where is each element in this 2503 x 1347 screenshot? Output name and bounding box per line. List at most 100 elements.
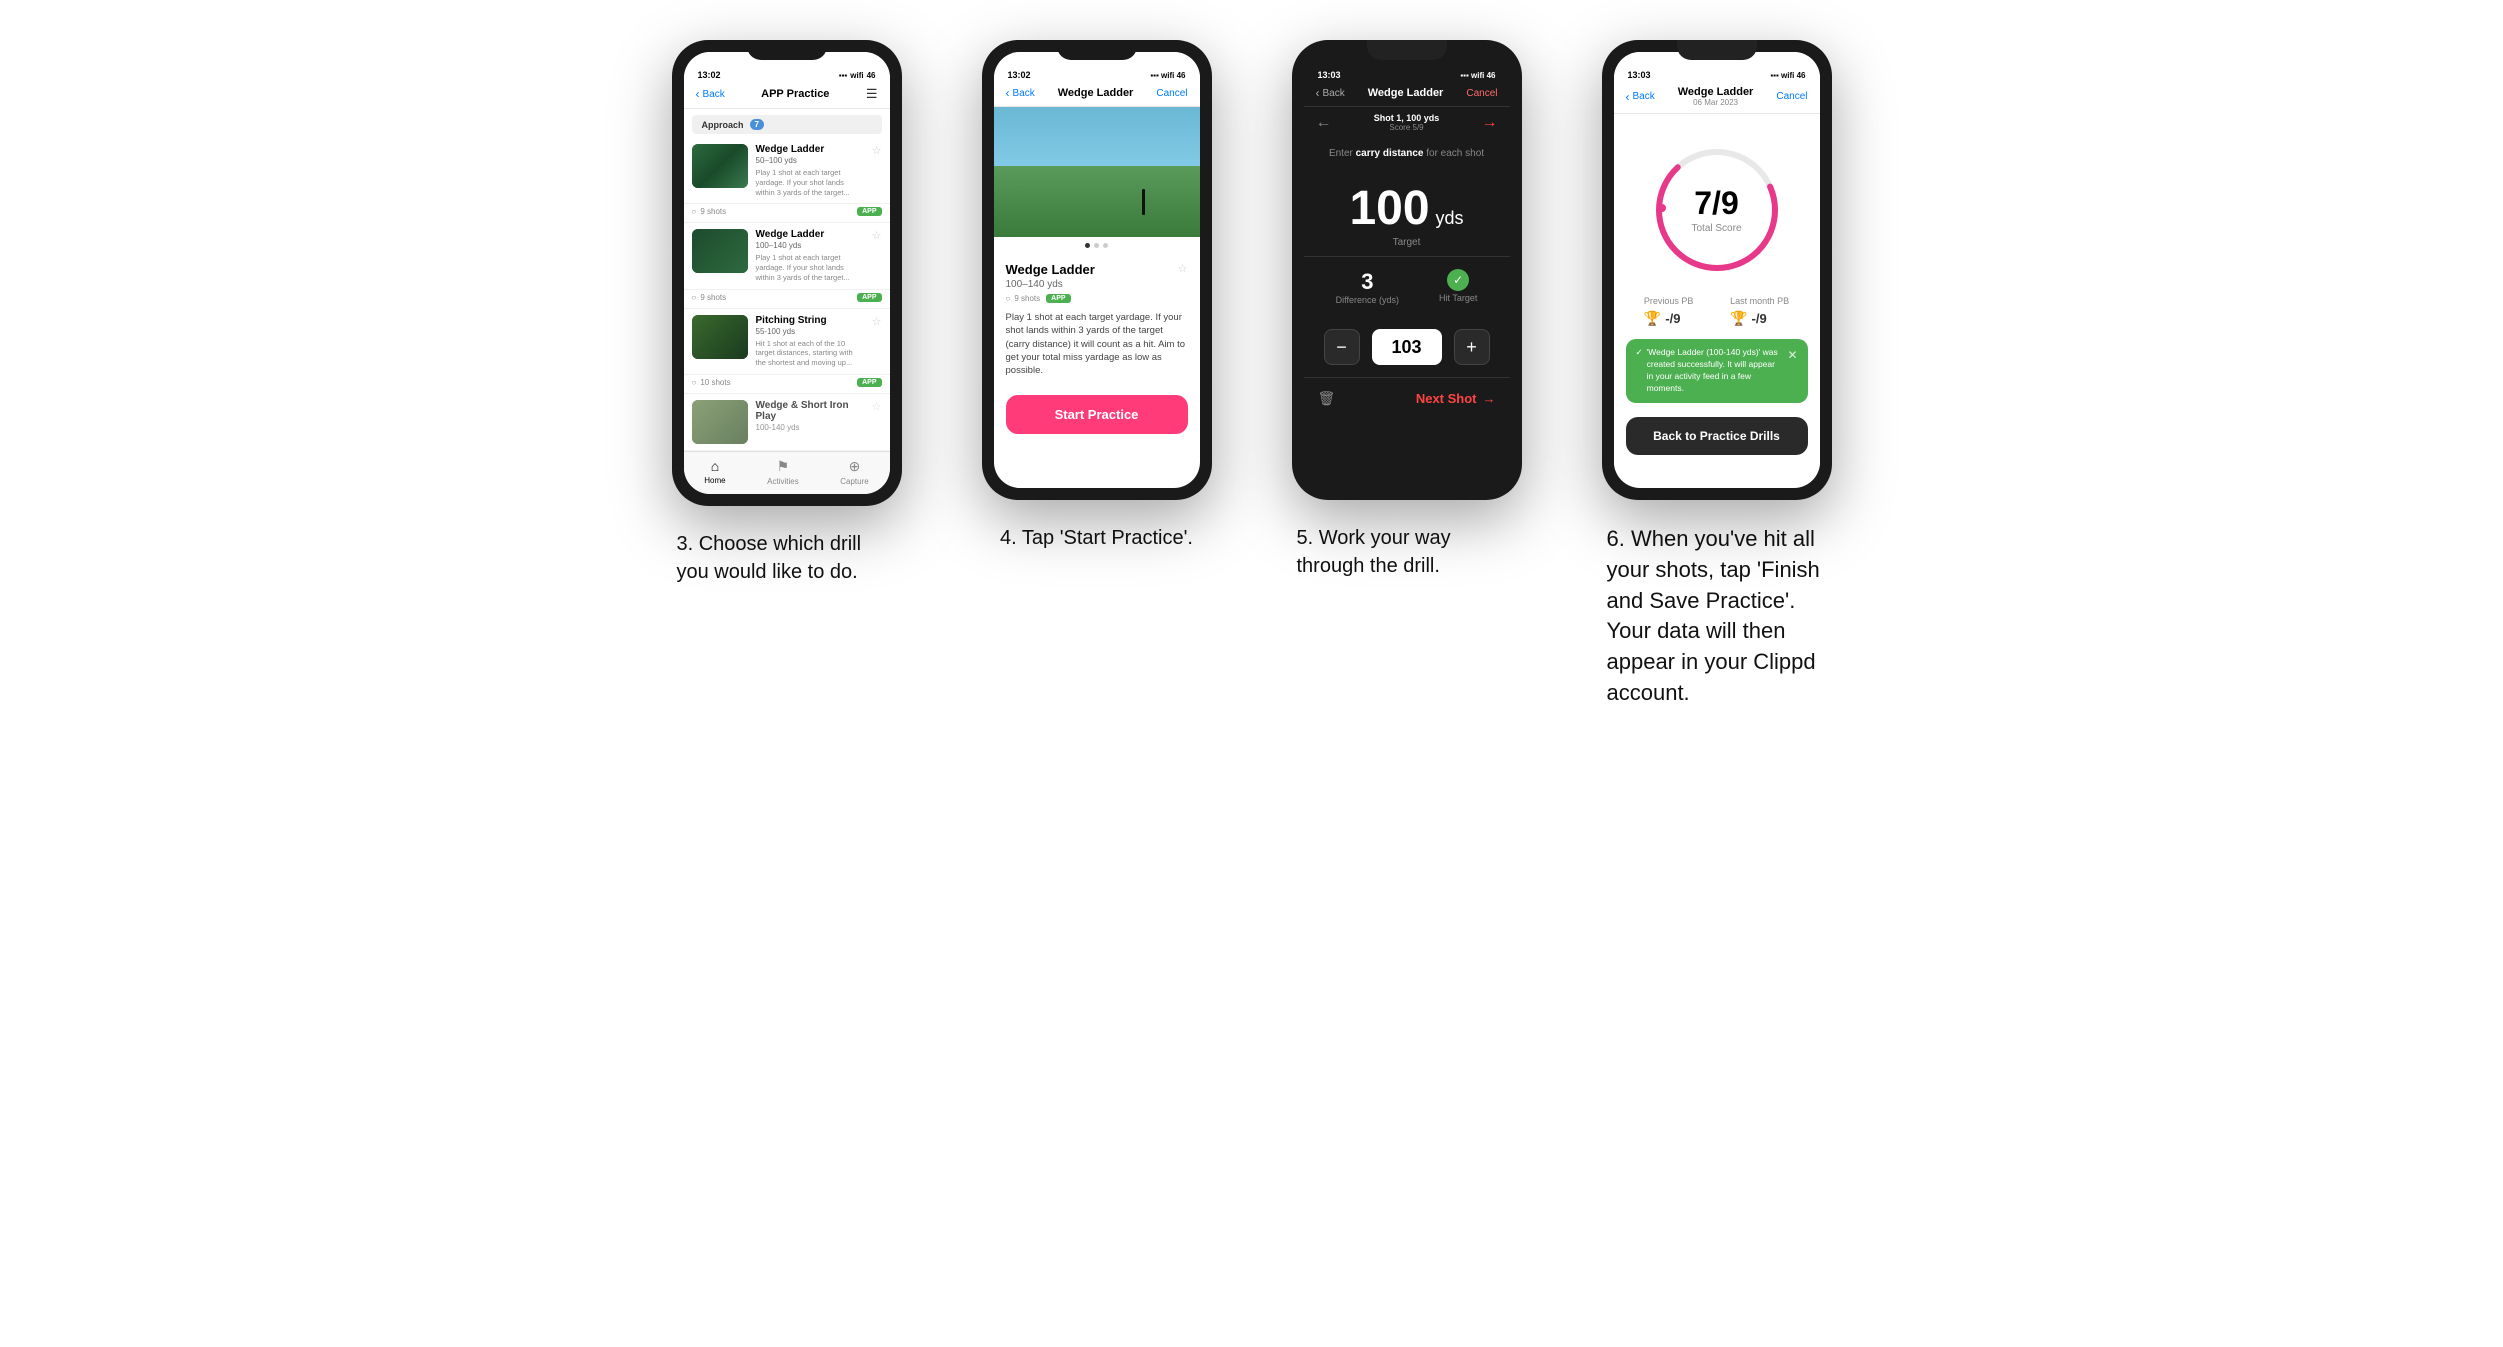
- check-icon-toast: ✓: [1636, 347, 1643, 359]
- drill-list: Wedge Ladder 50–100 yds Play 1 shot at e…: [684, 138, 890, 451]
- notch-4: [1677, 40, 1757, 60]
- phone-column-3: 13:03 ▪▪▪ wifi 46 ‹ Back Wedge Ladder: [1272, 40, 1542, 580]
- back-to-drills-button[interactable]: Back to Practice Drills: [1626, 417, 1808, 455]
- star-icon-detail[interactable]: ☆: [1178, 262, 1188, 275]
- phone-screen-2: 13:02 ▪▪▪ wifi 46 ‹ Back Wedge Ladder Ca…: [994, 52, 1200, 488]
- cancel-btn-4[interactable]: Cancel: [1776, 91, 1807, 102]
- cancel-btn-2[interactable]: Cancel: [1156, 88, 1187, 99]
- drill-thumb-2: [692, 229, 748, 273]
- drill-yds-1: 50–100 yds: [756, 156, 864, 165]
- score-circle-text: 7/9 Total Score: [1691, 187, 1741, 234]
- cancel-btn-3[interactable]: Cancel: [1466, 88, 1497, 99]
- phone-screen-4: 13:03 ▪▪▪ wifi 46 ‹ Back Wedge Ladder 06…: [1614, 52, 1820, 488]
- nav-bar-1: ‹ Back APP Practice ☰: [684, 82, 890, 109]
- shots-label-2: 9 shots: [700, 293, 726, 302]
- back-label-1: Back: [703, 89, 725, 100]
- shot-label: Shot 1, 100 yds: [1374, 113, 1440, 123]
- star-icon-4[interactable]: ☆: [872, 400, 882, 413]
- drill-thumb-4: [692, 400, 748, 444]
- drill-name-1: Wedge Ladder: [756, 144, 864, 155]
- battery-icon-4: ▪▪▪ wifi 46: [1770, 71, 1805, 80]
- phone-wrapper-3: 13:03 ▪▪▪ wifi 46 ‹ Back Wedge Ladder: [1292, 40, 1522, 500]
- tab-home[interactable]: ⌂ Home: [704, 458, 725, 486]
- last-month-pb-value: 🏆 -/9: [1730, 310, 1789, 327]
- section-badge: 7: [750, 119, 764, 130]
- back-button-2[interactable]: ‹ Back: [1006, 86, 1035, 100]
- back-label-2: Back: [1013, 88, 1035, 99]
- activities-icon: ⚑: [777, 458, 790, 475]
- carry-instruction: Enter carry distance for each shot: [1304, 138, 1510, 169]
- dot-3: [1103, 243, 1108, 248]
- drill-shots-row: ○ 9 shots APP: [1006, 294, 1188, 303]
- star-icon-2[interactable]: ☆: [872, 229, 882, 242]
- tab-bar: ⌂ Home ⚑ Activities ⊕ Capture: [684, 451, 890, 494]
- time-1: 13:02: [698, 70, 721, 80]
- score-fraction: 7/9: [1691, 187, 1741, 219]
- drill-item-4[interactable]: Wedge & Short Iron Play 100-140 yds ☆: [684, 394, 890, 451]
- decrement-button[interactable]: −: [1324, 329, 1360, 365]
- star-icon-3[interactable]: ☆: [872, 315, 882, 328]
- signal-icons-2: ▪▪▪ wifi 46: [1150, 71, 1185, 80]
- phone-shell-1: 13:02 ▪▪▪ wifi 46 ‹ Back APP Prac: [672, 40, 902, 506]
- drill-item-2[interactable]: Wedge Ladder 100–140 yds Play 1 shot at …: [684, 223, 890, 289]
- signal-icon-1: ▪▪▪: [839, 71, 848, 80]
- shots-info-2: ○ 9 shots: [692, 293, 727, 302]
- drill-footer-3: ○ 10 shots APP: [684, 375, 890, 394]
- nav-title-4: Wedge Ladder 06 Mar 2023: [1678, 86, 1754, 107]
- clock-icon-1: ○: [692, 207, 697, 216]
- stats-row: 3 Difference (yds) ✓ Hit Target: [1304, 256, 1510, 317]
- dot-1: [1085, 243, 1090, 248]
- notch-2: [1057, 40, 1137, 60]
- hamburger-icon-1[interactable]: ☰: [866, 86, 878, 102]
- start-practice-button[interactable]: Start Practice: [1006, 395, 1188, 434]
- caption-3: 5. Work your way through the drill.: [1297, 524, 1517, 580]
- toast-close-icon[interactable]: ✕: [1787, 347, 1797, 364]
- next-shot-button[interactable]: Next Shot →: [1416, 391, 1496, 406]
- phone-column-1: 13:02 ▪▪▪ wifi 46 ‹ Back APP Prac: [652, 40, 922, 586]
- difference-label: Difference (yds): [1336, 295, 1399, 305]
- back-button-4[interactable]: ‹ Back: [1626, 90, 1655, 104]
- drill-info-2: Wedge Ladder 100–140 yds Play 1 shot at …: [756, 229, 864, 282]
- stepper-input[interactable]: 103: [1372, 329, 1442, 365]
- star-icon-1[interactable]: ☆: [872, 144, 882, 157]
- trash-icon[interactable]: 🗑: [1318, 390, 1336, 407]
- drill-item-3[interactable]: Pitching String 55-100 yds Hit 1 shot at…: [684, 309, 890, 375]
- back-button-3[interactable]: ‹ Back: [1316, 86, 1345, 100]
- notch-3: [1367, 40, 1447, 60]
- signal-icons-3: ▪▪▪ wifi 46: [1460, 71, 1495, 80]
- green-bg: [994, 166, 1200, 238]
- chevron-icon-1: ‹: [696, 87, 700, 101]
- notch-1: [747, 40, 827, 60]
- shot-nav: ← Shot 1, 100 yds Score 5/9 →: [1304, 107, 1510, 138]
- battery-icon-3: ▪▪▪ wifi 46: [1460, 71, 1495, 80]
- chevron-icon-3: ‹: [1316, 86, 1320, 100]
- back-button-1[interactable]: ‹ Back: [696, 87, 725, 101]
- increment-button[interactable]: +: [1454, 329, 1490, 365]
- phone-shell-3: 13:03 ▪▪▪ wifi 46 ‹ Back Wedge Ladder: [1292, 40, 1522, 500]
- home-icon: ⌂: [711, 458, 719, 474]
- drill-desc-1: Play 1 shot at each target yardage. If y…: [756, 168, 864, 197]
- drill-item-1[interactable]: Wedge Ladder 50–100 yds Play 1 shot at e…: [684, 138, 890, 204]
- target-display: 100 yds Target: [1304, 169, 1510, 256]
- drill-desc-3: Hit 1 shot at each of the 10 target dist…: [756, 339, 864, 368]
- prev-shot-arrow[interactable]: ←: [1316, 114, 1332, 132]
- back-label-4: Back: [1633, 91, 1655, 102]
- drill-detail-header: Wedge Ladder 100–140 yds ☆: [1006, 262, 1188, 294]
- caption-1: 3. Choose which drill you would like to …: [677, 530, 897, 586]
- drill-yds-4: 100-140 yds: [756, 423, 864, 432]
- tab-activities[interactable]: ⚑ Activities: [767, 458, 799, 486]
- trophy-icon-2: 🏆: [1730, 310, 1747, 327]
- tab-capture[interactable]: ⊕ Capture: [840, 458, 868, 486]
- next-arrow-icon: →: [1483, 391, 1496, 406]
- drill-thumb-img-1: [692, 144, 748, 188]
- shots-label-1: 9 shots: [700, 207, 726, 216]
- page-container: 13:02 ▪▪▪ wifi 46 ‹ Back APP Prac: [652, 40, 1852, 709]
- nav-bar-3: ‹ Back Wedge Ladder Cancel: [1304, 82, 1510, 107]
- phone-wrapper-4: 13:03 ▪▪▪ wifi 46 ‹ Back Wedge Ladder 06…: [1602, 40, 1832, 500]
- capture-icon: ⊕: [849, 458, 861, 475]
- signal-icons-4: ▪▪▪ wifi 46: [1770, 71, 1805, 80]
- next-shot-bar: 🗑 Next Shot →: [1304, 377, 1510, 419]
- caption-4: 6. When you've hit all your shots, tap '…: [1607, 524, 1827, 709]
- target-unit: yds: [1436, 208, 1464, 229]
- next-shot-arrow[interactable]: →: [1482, 114, 1498, 132]
